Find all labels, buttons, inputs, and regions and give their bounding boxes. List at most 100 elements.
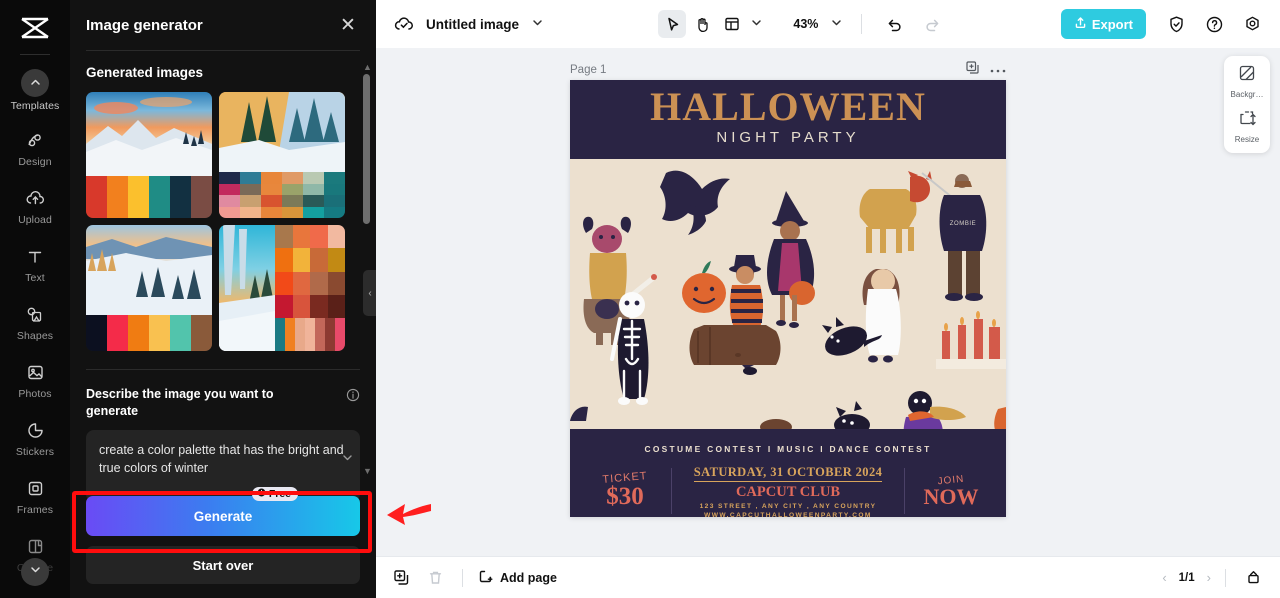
thumb-photo <box>219 225 275 351</box>
scrollbar-thumb[interactable] <box>363 74 370 224</box>
capcut-logo-icon[interactable] <box>13 10 57 46</box>
poster-ticket-price: $30 <box>606 483 644 510</box>
bottombar-divider-2 <box>1225 568 1226 587</box>
sidebar-item-shapes[interactable]: Shapes <box>0 293 70 351</box>
background-icon <box>1238 64 1256 87</box>
export-label: Export <box>1091 16 1133 32</box>
thumb-photo <box>219 92 345 175</box>
generated-image-thumb[interactable] <box>219 92 345 218</box>
clock-icon <box>257 488 266 500</box>
thumb-swatches <box>275 225 345 351</box>
prompt-input[interactable]: create a color palette that has the brig… <box>86 430 360 502</box>
poster-footer-band: COSTUME CONTEST I MUSIC I DANCE CONTEST … <box>570 436 1006 517</box>
sidebar-item-templates[interactable]: Templates <box>0 61 70 119</box>
sidebar-item-stickers[interactable]: Stickers <box>0 409 70 467</box>
toolbar-divider <box>861 14 863 34</box>
thumb-swatches <box>219 172 345 218</box>
help-circle-icon[interactable] <box>1200 10 1228 38</box>
sidebar-item-photos[interactable]: Photos <box>0 351 70 409</box>
generated-image-thumb[interactable] <box>219 225 345 351</box>
rail-expand-button[interactable] <box>21 558 49 586</box>
duplicate-page-icon[interactable] <box>965 60 980 80</box>
sidebar-item-label: Shapes <box>16 329 54 342</box>
shapes-icon <box>23 303 47 327</box>
free-badge: Free <box>251 487 298 501</box>
resize-tool[interactable]: Resize <box>1224 109 1270 144</box>
title-chevron-down-icon[interactable] <box>531 16 544 32</box>
scroll-down-chevron-down-icon[interactable]: ▼ <box>363 466 372 476</box>
rail-divider <box>20 54 50 55</box>
tool-group <box>658 10 763 38</box>
prev-page-chevron-left-icon[interactable]: ‹ <box>1162 570 1166 585</box>
zoom-chevron-down-icon[interactable] <box>830 16 843 32</box>
hand-pan-icon[interactable] <box>688 10 716 38</box>
poster-footer-columns: TICKET $30 SATURDAY, 31 OCTOBER 2024 CAP… <box>570 463 1006 517</box>
sidebar-item-label: Text <box>25 271 45 284</box>
photos-icon <box>23 361 47 385</box>
undo-icon[interactable] <box>880 10 908 38</box>
close-icon[interactable]: ✕ <box>338 15 358 35</box>
side-tool-label: Resize <box>1234 135 1260 144</box>
add-page-label: Add page <box>500 570 557 585</box>
chevron-down-icon <box>29 563 42 581</box>
annotation-arrow-icon <box>385 498 433 533</box>
sidebar-item-label: Photos <box>18 387 52 400</box>
editor-area: Untitled image 43% Export Page 1 HALLOWE… <box>376 0 1280 598</box>
sidebar-item-text[interactable]: Text <box>0 235 70 293</box>
page-label: Page 1 <box>570 64 607 76</box>
next-page-chevron-right-icon[interactable]: › <box>1207 570 1211 585</box>
export-upload-icon <box>1074 16 1087 32</box>
layout-icon[interactable] <box>718 10 746 38</box>
sidebar-item-label: Upload <box>18 213 52 226</box>
sidebar-item-design[interactable]: Design <box>0 119 70 177</box>
scrollbar-track[interactable] <box>363 74 370 460</box>
cloud-saved-icon[interactable] <box>392 12 416 36</box>
add-page-button[interactable]: Add page <box>477 568 557 588</box>
design-icon <box>23 129 47 153</box>
document-title[interactable]: Untitled image <box>426 17 519 32</box>
poster-canvas[interactable]: HALLOWEEN NIGHT PARTY ZOMBIE COSTUME CON… <box>570 80 1006 517</box>
panel-collapse-handle[interactable]: ‹ <box>363 270 376 316</box>
duplicate-icon[interactable] <box>388 565 414 591</box>
notes-icon[interactable] <box>1240 565 1266 591</box>
sidebar-item-frames[interactable]: Frames <box>0 467 70 525</box>
layout-chevron-down-icon[interactable] <box>750 16 763 32</box>
export-button[interactable]: Export <box>1060 9 1146 39</box>
sidebar-item-label: Design <box>18 155 52 168</box>
poster-join-block: JOIN NOW <box>905 473 997 508</box>
generated-images-grid <box>86 92 360 351</box>
zoom-level[interactable]: 43% <box>793 17 818 31</box>
page-navigator: ‹ 1/1 › <box>1162 570 1211 585</box>
free-badge-label: Free <box>268 488 291 500</box>
app-root: Templates Design Upload Text Shapes Phot… <box>0 0 1280 598</box>
more-horizontal-icon[interactable] <box>990 61 1006 79</box>
cursor-select-icon[interactable] <box>658 10 687 38</box>
gear-icon[interactable] <box>1238 10 1266 38</box>
top-toolbar: Untitled image 43% Export <box>376 0 1280 48</box>
generated-image-thumb[interactable] <box>86 225 212 351</box>
poster-illustration: ZOMBIE <box>570 159 1006 436</box>
thumb-swatches <box>86 315 212 351</box>
poster-ticket-block: TICKET $30 <box>579 470 671 510</box>
background-tool[interactable]: Backgr… <box>1224 64 1270 99</box>
prompt-divider <box>86 369 360 370</box>
panel-title: Image generator <box>86 16 203 34</box>
generate-button[interactable]: Generate <box>86 496 360 536</box>
redo-icon[interactable] <box>918 10 946 38</box>
generated-image-thumb[interactable] <box>86 92 212 218</box>
trash-icon[interactable] <box>422 565 448 591</box>
start-over-button[interactable]: Start over <box>86 546 360 584</box>
scroll-up-chevron-up-icon[interactable]: ▲ <box>363 62 372 72</box>
prompt-label-row: Describe the image you want to generate <box>86 386 360 420</box>
prompt-expand-chevron-down-icon[interactable] <box>341 451 354 469</box>
panel-scrollbar[interactable]: ▲ ▼ <box>363 62 372 476</box>
poster-details-block: SATURDAY, 31 OCTOBER 2024 CAPCUT CLUB 12… <box>672 463 904 517</box>
image-generator-panel: Image generator ✕ Generated images Descr… <box>70 0 376 598</box>
canvas-area[interactable]: Page 1 HALLOWEEN NIGHT PARTY ZOMBIE COST… <box>376 48 1280 556</box>
shield-check-icon[interactable] <box>1162 10 1190 38</box>
sidebar-item-upload[interactable]: Upload <box>0 177 70 235</box>
side-tool-label: Backgr… <box>1230 90 1264 99</box>
svg-text:ZOMBIE: ZOMBIE <box>950 221 977 227</box>
info-icon[interactable] <box>346 388 360 402</box>
bottom-toolbar: Add page ‹ 1/1 › <box>376 556 1280 598</box>
